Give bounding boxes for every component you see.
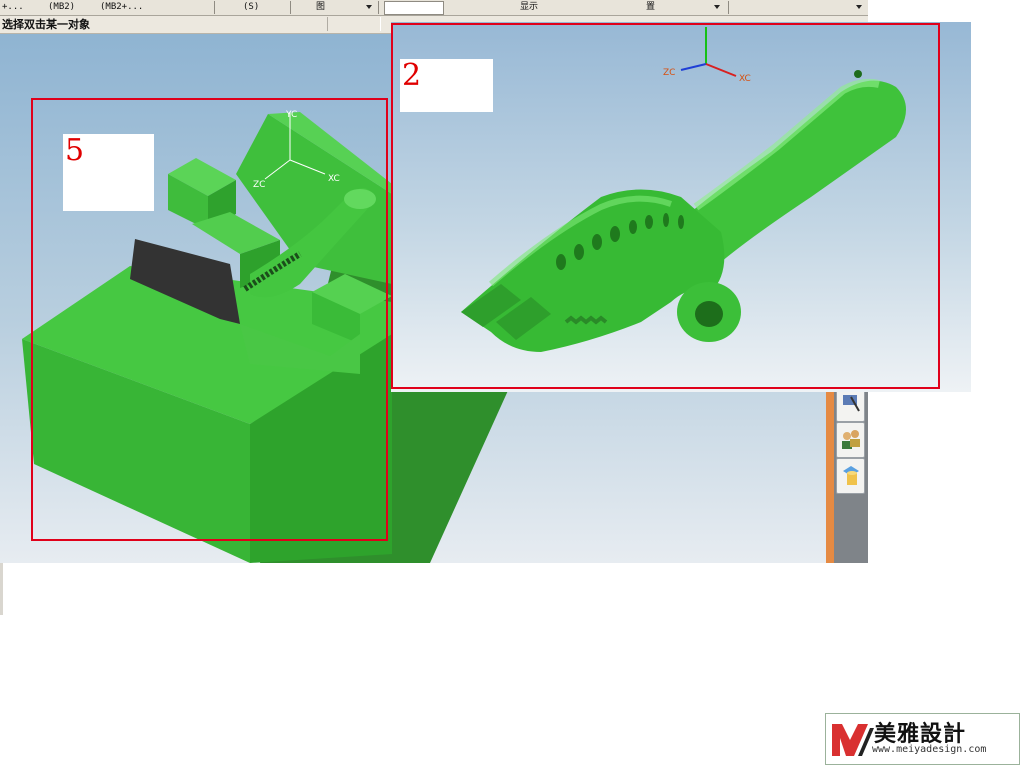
top-toolbar: +... (MB2) (MB2+... (S) 图 显示 置	[0, 0, 868, 16]
chevron-down-icon[interactable]	[714, 5, 720, 9]
figure-number-5: 5	[65, 133, 85, 168]
toolbar-item-1[interactable]: +...	[2, 0, 24, 15]
watermark-url: www.meiyadesign.com	[872, 744, 987, 755]
chevron-down-icon[interactable]	[366, 5, 372, 9]
toolbar-item-mb2[interactable]: (MB2)	[48, 0, 75, 15]
resource-button-users[interactable]	[836, 422, 865, 458]
brand-logo-icon	[832, 724, 874, 756]
figure-number-2: 2	[402, 58, 422, 93]
status-cell	[327, 17, 381, 31]
window-edge	[0, 563, 3, 615]
selection-filter-combo[interactable]	[384, 1, 444, 15]
database-icon	[843, 466, 859, 485]
toolbar-separator	[378, 1, 379, 14]
toolbar-separator	[290, 1, 291, 14]
users-icon	[842, 430, 860, 449]
chevron-down-icon[interactable]	[856, 5, 862, 9]
toolbar-separator	[214, 1, 215, 14]
watermark-logo: 美雅設計 www.meiyadesign.com	[825, 713, 1020, 765]
figure-label-box-5: 5	[63, 134, 154, 211]
view-menu[interactable]: 置	[646, 0, 655, 15]
prompt-text: 选择双击某一对象	[2, 18, 90, 31]
toolbar-item-mb2-plus[interactable]: (MB2+...	[100, 0, 143, 15]
resource-button-database[interactable]	[836, 458, 865, 494]
toolbar-item-view[interactable]: 图	[316, 0, 325, 15]
toolbar-separator	[728, 1, 729, 14]
figure-label-box-2: 2	[400, 59, 493, 112]
display-menu[interactable]: 显示	[520, 0, 538, 15]
tools-icon	[843, 395, 860, 412]
toolbar-item-s[interactable]: (S)	[243, 0, 259, 15]
